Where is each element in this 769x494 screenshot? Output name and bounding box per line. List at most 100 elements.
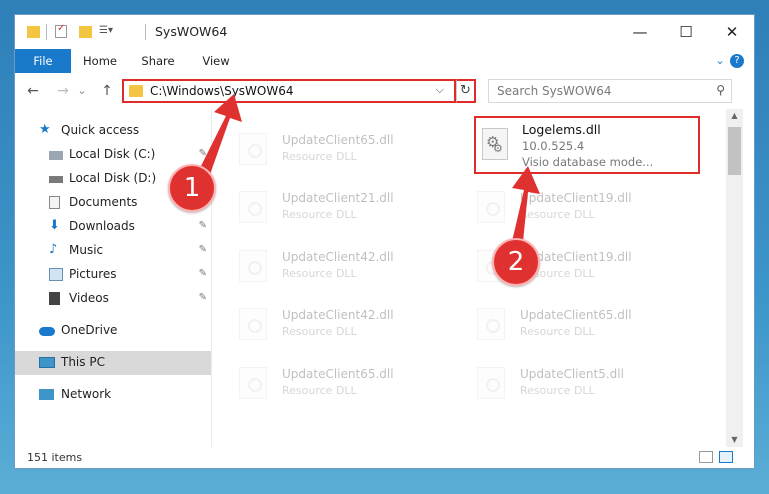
large-icons-view-button[interactable]: [719, 451, 733, 463]
close-button[interactable]: ✕: [709, 15, 755, 49]
sidebar-item-label: OneDrive: [61, 323, 118, 337]
list-item[interactable]: UpdateClient21.dll Resource DLL: [212, 181, 432, 233]
sidebar-item-label: Downloads: [69, 219, 135, 233]
minimize-button[interactable]: —: [617, 15, 663, 49]
sidebar-item-local-disk-c[interactable]: Local Disk (C:) ✎: [15, 143, 211, 167]
file-name: UpdateClient19.dll: [520, 191, 632, 205]
pin-icon: ✎: [198, 268, 207, 279]
sidebar-item-label: This PC: [61, 355, 105, 369]
dll-file-icon: [239, 191, 267, 223]
address-dropdown-icon[interactable]: ⌵: [436, 83, 444, 97]
chevron-down-icon[interactable]: ⌄: [712, 53, 728, 69]
list-item[interactable]: UpdateClient5.dll Resource DLL: [450, 357, 670, 409]
scroll-down-arrow[interactable]: ▼: [726, 433, 743, 447]
status-bar: 151 items: [15, 447, 754, 468]
scroll-thumb[interactable]: [728, 127, 741, 175]
file-type: Resource DLL: [282, 150, 357, 163]
dll-file-icon: [477, 367, 505, 399]
folder-icon: [129, 85, 143, 97]
recent-locations-button[interactable]: ⌄: [75, 82, 89, 100]
highlighted-file-logelems[interactable]: ⚙ ⚙ Logelems.dll 10.0.525.4 Visio databas…: [474, 116, 700, 174]
pin-icon: ✎: [198, 220, 207, 231]
list-item[interactable]: UpdateClient42.dll Resource DLL: [212, 298, 432, 350]
pin-icon: ✎: [198, 292, 207, 303]
sidebar-item-this-pc[interactable]: This PC: [15, 351, 211, 375]
dll-file-icon: [239, 250, 267, 282]
file-type: Resource DLL: [520, 208, 595, 221]
sidebar-item-label: Music: [69, 243, 104, 257]
file-description: Visio database mode...: [522, 155, 654, 169]
file-name: UpdateClient5.dll: [520, 367, 624, 381]
sidebar-item-videos[interactable]: Videos ✎: [15, 287, 211, 311]
search-icon[interactable]: ⚲: [716, 83, 725, 97]
search-placeholder: Search SysWOW64: [497, 84, 612, 98]
sidebar-item-downloads[interactable]: ⬇ Downloads ✎: [15, 215, 211, 239]
new-folder-icon[interactable]: [79, 26, 92, 38]
file-name: Logelems.dll: [522, 122, 601, 137]
file-type: Resource DLL: [282, 325, 357, 338]
list-item[interactable]: UpdateClient19.dll Resource DLL: [450, 181, 670, 233]
sidebar-item-label: Quick access: [61, 123, 140, 137]
details-view-button[interactable]: [699, 451, 713, 463]
address-row: ← → ⌄ ↑ C:\Windows\SysWOW64 ⌵ ↻ Search S…: [15, 73, 754, 109]
title-bar: ✓ ☰▾ SysWOW64 — ☐ ✕: [15, 15, 754, 49]
sidebar-item-label: Network: [61, 387, 112, 401]
list-item[interactable]: UpdateClient42.dll Resource DLL: [212, 240, 432, 292]
maximize-button[interactable]: ☐: [663, 15, 709, 49]
tab-view[interactable]: View: [191, 49, 241, 73]
file-type: Resource DLL: [520, 384, 595, 397]
search-input[interactable]: Search SysWOW64 ⚲: [488, 79, 732, 103]
vertical-scrollbar[interactable]: ▲ ▼: [726, 109, 743, 447]
documents-icon: [49, 196, 60, 209]
computer-icon: [39, 357, 55, 368]
file-name: UpdateClient21.dll: [282, 191, 394, 205]
file-type: Resource DLL: [282, 384, 357, 397]
dll-file-icon: [239, 133, 267, 165]
up-button[interactable]: ↑: [97, 82, 117, 100]
file-type: Resource DLL: [282, 267, 357, 280]
customize-toolbar-icon[interactable]: ☰▾: [99, 25, 115, 41]
list-item[interactable]: UpdateClient19.dll Resource DLL: [450, 240, 670, 292]
pin-icon: ✎: [198, 148, 207, 159]
tab-home[interactable]: Home: [75, 49, 125, 73]
sidebar-item-label: Videos: [69, 291, 109, 305]
forward-button[interactable]: →: [53, 82, 73, 100]
navigation-pane: ★ Quick access Local Disk (C:) ✎ Local D…: [15, 109, 212, 447]
drive-icon: [49, 176, 63, 183]
dll-file-icon: [239, 367, 267, 399]
sidebar-item-network[interactable]: Network: [15, 383, 211, 407]
back-button[interactable]: ←: [23, 82, 43, 100]
file-name: UpdateClient65.dll: [282, 367, 394, 381]
drive-icon: [49, 151, 63, 160]
sidebar-item-onedrive[interactable]: OneDrive: [15, 319, 211, 343]
explorer-window: ✓ ☰▾ SysWOW64 — ☐ ✕ File Home Share View…: [14, 14, 755, 469]
downloads-icon: ⬇: [49, 218, 60, 233]
list-item[interactable]: UpdateClient65.dll Resource DLL: [212, 357, 432, 409]
file-type: Resource DLL: [520, 325, 595, 338]
properties-icon[interactable]: ✓: [55, 23, 67, 38]
address-path[interactable]: C:\Windows\SysWOW64: [150, 84, 294, 98]
address-bar[interactable]: C:\Windows\SysWOW64 ⌵: [122, 79, 456, 103]
file-name: UpdateClient65.dll: [520, 308, 632, 322]
step-marker-1: 1: [168, 164, 216, 212]
list-item[interactable]: UpdateClient65.dll Resource DLL: [212, 123, 432, 175]
sidebar-item-label: Documents: [69, 195, 138, 209]
sidebar-item-quick-access[interactable]: ★ Quick access: [15, 119, 211, 143]
divider: [145, 24, 146, 40]
pin-icon: ✎: [198, 244, 207, 255]
sidebar-item-pictures[interactable]: Pictures ✎: [15, 263, 211, 287]
tab-share[interactable]: Share: [133, 49, 183, 73]
divider: [46, 24, 47, 40]
scroll-up-arrow[interactable]: ▲: [726, 109, 743, 123]
sidebar-item-label: Local Disk (C:): [69, 147, 156, 161]
help-icon[interactable]: ?: [730, 54, 744, 68]
step-marker-2: 2: [492, 238, 540, 286]
music-icon: ♪: [49, 242, 58, 257]
item-count: 151 items: [27, 451, 83, 464]
refresh-button[interactable]: ↻: [456, 79, 476, 103]
list-item[interactable]: UpdateClient65.dll Resource DLL: [450, 298, 670, 350]
dll-file-icon: [477, 191, 505, 223]
file-name: UpdateClient65.dll: [282, 133, 394, 147]
sidebar-item-music[interactable]: ♪ Music ✎: [15, 239, 211, 263]
window-title: SysWOW64: [155, 24, 228, 39]
